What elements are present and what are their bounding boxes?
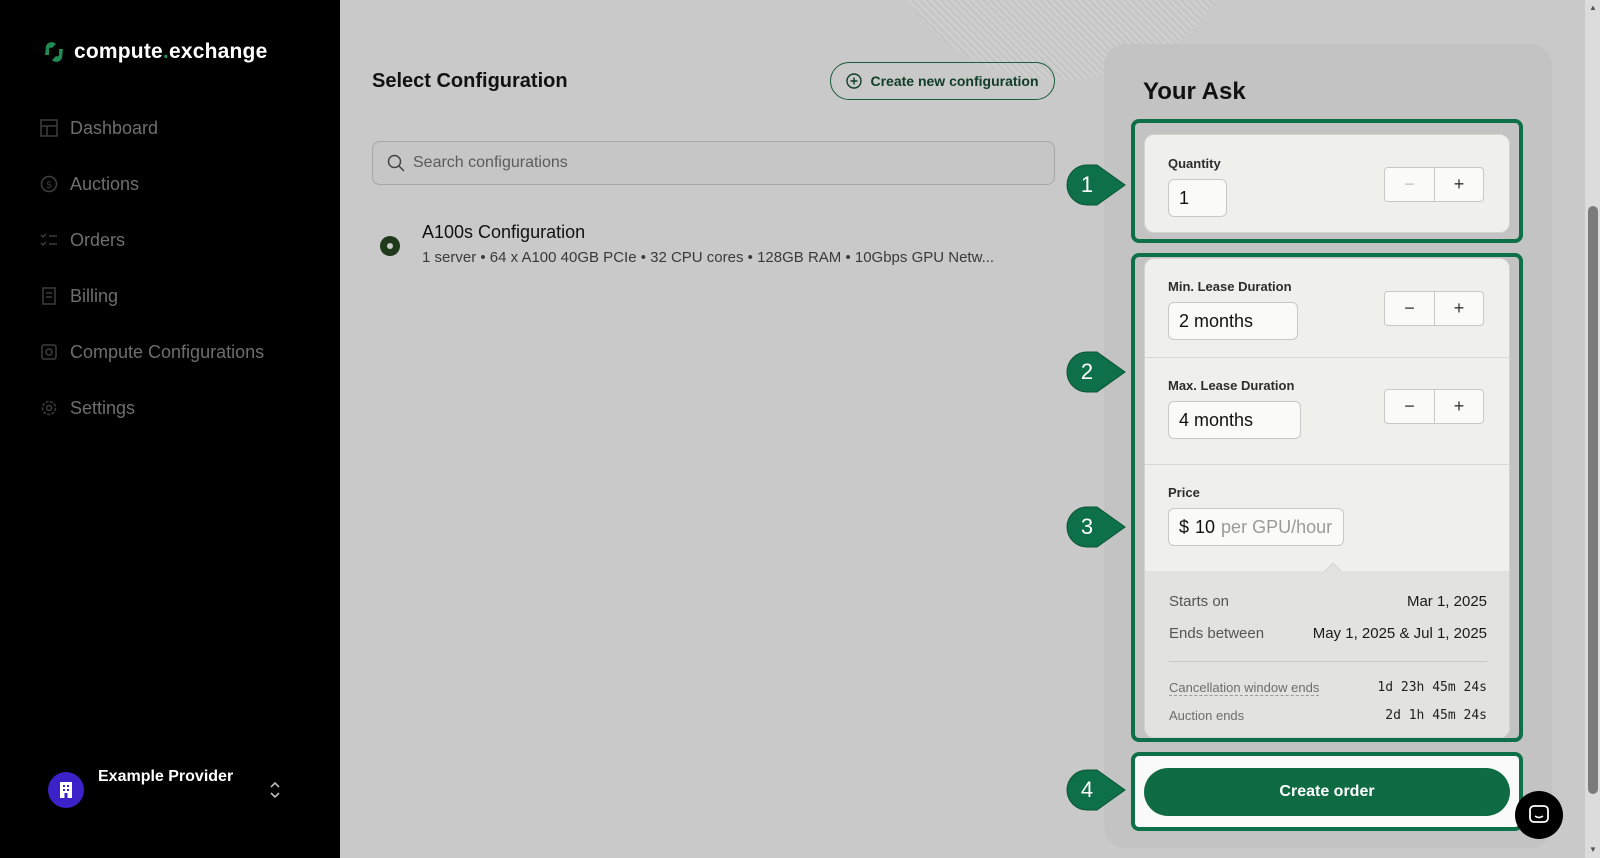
chat-launcher-button[interactable] bbox=[1515, 791, 1563, 839]
ends-between-value: May 1, 2025 & Jul 1, 2025 bbox=[1312, 625, 1487, 642]
create-new-configuration-button[interactable]: Create new configuration bbox=[830, 62, 1055, 100]
starts-on-value: Mar 1, 2025 bbox=[1406, 593, 1487, 610]
min-lease-increment-button[interactable]: + bbox=[1434, 292, 1483, 325]
auction-ends-row: Auction ends 2d 1h 45m 24s bbox=[1169, 708, 1487, 723]
min-lease-input[interactable]: 2 months bbox=[1168, 302, 1298, 340]
create-order-button[interactable]: Create order bbox=[1144, 768, 1510, 816]
configuration-description: 1 server • 64 x A100 40GB PCIe • 32 CPU … bbox=[422, 249, 995, 266]
auction-ends-label: Auction ends bbox=[1169, 708, 1245, 723]
page-title: Select Configuration bbox=[372, 70, 568, 92]
ends-between-row: Ends between May 1, 2025 & Jul 1, 2025 bbox=[1169, 625, 1487, 642]
price-currency: $ bbox=[1179, 516, 1190, 537]
configuration-name: A100s Configuration bbox=[422, 222, 586, 242]
brand-logo[interactable]: compute.exchange bbox=[40, 38, 267, 66]
max-lease-stepper: − + bbox=[1384, 389, 1484, 424]
sidebar-item-label: Compute Configurations bbox=[70, 341, 265, 362]
sidebar-item-label: Orders bbox=[70, 229, 126, 250]
sidebar-item-billing[interactable]: Billing bbox=[40, 268, 264, 324]
price-unit: per GPU/hour bbox=[1221, 516, 1333, 537]
chevron-up-down-icon[interactable] bbox=[268, 780, 282, 800]
cancellation-countdown: 1d 23h 45m 24s bbox=[1377, 680, 1487, 695]
max-lease-decrement-button[interactable]: − bbox=[1385, 390, 1434, 423]
quantity-decrement-button[interactable]: − bbox=[1385, 168, 1434, 201]
user-name: Example Provider bbox=[98, 768, 234, 785]
ends-between-label: Ends between bbox=[1169, 625, 1265, 642]
gear-icon bbox=[41, 400, 57, 416]
sidebar-item-label: Auctions bbox=[70, 173, 140, 194]
checklist-icon bbox=[40, 233, 57, 247]
svg-text:$: $ bbox=[46, 180, 52, 191]
chat-icon bbox=[1529, 805, 1549, 823]
plus-circle-icon bbox=[846, 73, 863, 89]
configuration-radio[interactable] bbox=[380, 236, 400, 256]
sidebar: compute.exchange Dashboard $ Auctions Or… bbox=[0, 0, 340, 858]
auction-countdown: 2d 1h 45m 24s bbox=[1385, 708, 1487, 723]
price-value: 10 bbox=[1195, 516, 1216, 537]
receipt-icon bbox=[42, 287, 56, 305]
quantity-input[interactable]: 1 bbox=[1168, 179, 1227, 217]
brand-name: compute.exchange bbox=[74, 40, 268, 63]
configuration-option[interactable]: A100s Configuration 1 server • 64 x A100… bbox=[380, 222, 1022, 266]
price-input[interactable]: $ 10 per GPU/hour bbox=[1168, 508, 1344, 546]
quantity-stepper: − + bbox=[1384, 167, 1484, 202]
chip-icon bbox=[41, 344, 57, 360]
sidebar-item-compute-configurations[interactable]: Compute Configurations bbox=[40, 324, 264, 380]
sidebar-item-label: Settings bbox=[70, 397, 136, 418]
max-lease-input[interactable]: 4 months bbox=[1168, 401, 1301, 439]
price-label: Price bbox=[1168, 485, 1200, 500]
divider bbox=[1169, 661, 1487, 662]
sidebar-item-label: Billing bbox=[70, 285, 119, 306]
quantity-increment-button[interactable]: + bbox=[1434, 168, 1483, 201]
starts-on-label: Starts on bbox=[1169, 593, 1230, 610]
avatar bbox=[48, 772, 84, 808]
search-icon bbox=[387, 154, 405, 172]
max-lease-increment-button[interactable]: + bbox=[1434, 390, 1483, 423]
sidebar-nav: Dashboard $ Auctions Orders Billing Comp… bbox=[40, 100, 264, 436]
sidebar-item-settings[interactable]: Settings bbox=[40, 380, 264, 436]
starts-on-row: Starts on Mar 1, 2025 bbox=[1169, 593, 1487, 610]
cancellation-label[interactable]: Cancellation window ends bbox=[1169, 680, 1320, 696]
min-lease-stepper: − + bbox=[1384, 291, 1484, 326]
lease-price-card: Min. Lease Duration 2 months − + Max. Le… bbox=[1144, 258, 1510, 738]
sidebar-item-orders[interactable]: Orders bbox=[40, 212, 264, 268]
quantity-label: Quantity bbox=[1168, 156, 1221, 171]
scrollbar-thumb[interactable] bbox=[1588, 206, 1598, 794]
sidebar-item-auctions[interactable]: $ Auctions bbox=[40, 156, 264, 212]
ask-title: Your Ask bbox=[1143, 78, 1246, 105]
min-lease-decrement-button[interactable]: − bbox=[1385, 292, 1434, 325]
search-input[interactable] bbox=[413, 154, 1013, 172]
scroll-up-arrow-icon[interactable]: ▲ bbox=[1588, 3, 1598, 13]
quantity-card: Quantity 1 − + bbox=[1144, 134, 1510, 233]
max-lease-label: Max. Lease Duration bbox=[1168, 378, 1295, 393]
cancellation-row: Cancellation window ends 1d 23h 45m 24s bbox=[1169, 680, 1487, 696]
grid-icon bbox=[40, 119, 58, 137]
min-lease-label: Min. Lease Duration bbox=[1168, 279, 1292, 294]
create-new-configuration-label: Create new configuration bbox=[870, 73, 1039, 89]
sidebar-item-label: Dashboard bbox=[70, 117, 159, 138]
scroll-down-arrow-icon[interactable]: ▼ bbox=[1588, 845, 1598, 855]
divider bbox=[1145, 464, 1509, 465]
search-box bbox=[372, 141, 1055, 185]
building-icon bbox=[60, 782, 72, 798]
divider bbox=[1145, 357, 1509, 358]
dollar-circle-icon: $ bbox=[40, 175, 58, 193]
sidebar-item-dashboard[interactable]: Dashboard bbox=[40, 100, 264, 156]
user-menu[interactable]: Example Provider bbox=[48, 768, 288, 808]
logo-mark-icon bbox=[45, 42, 63, 62]
